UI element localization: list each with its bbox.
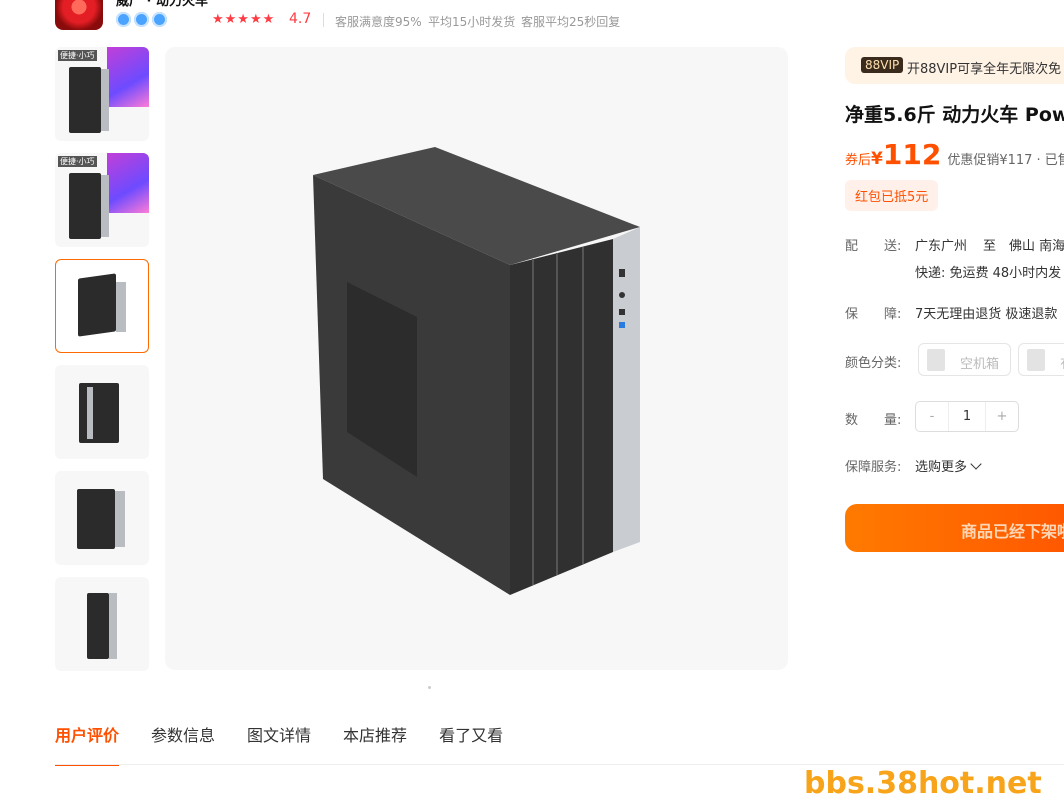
case-thumb-icon — [927, 349, 945, 371]
delivery-label: 配 送: — [845, 239, 902, 254]
color-label: 颜色分类: — [845, 356, 902, 371]
service-label: 保障服务: — [845, 460, 902, 475]
delivery-detail: 快递: 免运费 48小时内发 — [915, 266, 1062, 281]
buy-button-label: 商品已经下架啦 — [961, 522, 1064, 541]
case-front-panel — [101, 175, 109, 237]
case-front-panel — [115, 491, 125, 547]
red-packet-badge[interactable]: 红包已抵5元 — [845, 180, 939, 211]
pc-case-icon — [69, 67, 101, 133]
divider — [323, 13, 324, 27]
price-row: 券后¥112 优惠促销¥117 · 已售 — [845, 138, 1064, 171]
price: 112 — [882, 138, 942, 171]
thumbnail-tag: 便捷·小巧 — [58, 156, 97, 167]
delivery-from: 广东广州 — [915, 239, 968, 254]
gallery-thumbnail[interactable]: 便捷·小巧 — [55, 153, 149, 247]
service-more-label: 选购更多 — [915, 460, 968, 475]
quantity-minus-button[interactable]: - — [916, 402, 948, 431]
monitor-image — [107, 153, 149, 213]
quantity-plus-button[interactable]: + — [986, 402, 1018, 431]
case-thumb-icon — [1027, 349, 1045, 371]
quantity-label: 数 量: — [845, 413, 902, 428]
carousel-dot[interactable] — [428, 686, 431, 689]
gallery-thumbnail[interactable]: 便捷·小巧 — [55, 47, 149, 141]
color-option[interactable]: 空机箱 — [918, 343, 1011, 376]
pc-case-icon — [79, 383, 119, 443]
service-more-dropdown[interactable]: 选购更多 — [915, 456, 982, 475]
promo-text: 优惠促销¥117 · 已售 — [947, 153, 1064, 168]
case-front-panel — [87, 387, 93, 439]
rating-stars-icon: ★★★★★ — [212, 12, 276, 27]
chevron-down-icon — [970, 458, 982, 470]
buy-button-disabled[interactable]: 商品已经下架啦 — [845, 504, 1064, 552]
delivery-to-word: 至 — [983, 239, 997, 254]
detail-tabs: 用户评价 参数信息 图文详情 本店推荐 看了又看 — [55, 722, 535, 766]
gallery-thumbnail-selected[interactable] — [55, 259, 149, 353]
tab-also-viewed[interactable]: 看了又看 — [439, 722, 503, 766]
service-satisfaction: 客服满意度95% — [335, 15, 422, 29]
crown-badge-icon — [152, 12, 167, 27]
price-prefix: 券后 — [845, 153, 872, 168]
gallery-thumbnail[interactable] — [55, 577, 149, 671]
thumbnail-tag: 便捷·小巧 — [58, 50, 97, 61]
pc-case-icon — [69, 173, 101, 239]
quantity-value[interactable]: 1 — [948, 402, 986, 431]
tab-params[interactable]: 参数信息 — [151, 722, 215, 766]
guarantee-text: 7天无理由退货 极速退款 — [915, 307, 1058, 322]
pc-case-icon — [87, 593, 109, 659]
monitor-image — [107, 47, 149, 107]
pc-case-tower-icon — [313, 147, 640, 595]
tab-reviews[interactable]: 用户评价 — [55, 722, 120, 766]
shop-level-badges — [116, 12, 167, 27]
quantity-stepper[interactable]: - 1 + — [915, 401, 1019, 432]
pc-case-icon — [78, 273, 116, 337]
case-front-panel — [109, 593, 117, 659]
main-product-image[interactable] — [165, 47, 788, 670]
guarantee-label: 保 障: — [845, 307, 902, 322]
vip-tag: 88VIP — [861, 57, 904, 73]
tab-details[interactable]: 图文详情 — [247, 722, 311, 766]
gallery-thumbnail[interactable] — [55, 365, 149, 459]
shipping-time: 平均15小时发货 — [428, 15, 516, 29]
color-option-label: 有 — [1060, 353, 1064, 372]
watermark: bbs.38hot.net — [804, 766, 1042, 801]
delivery-destination[interactable]: 佛山 南海 — [1009, 235, 1064, 254]
vip-banner[interactable]: 88VIP 开88VIP可享全年无限次免 — [845, 47, 1064, 84]
tab-shop-recommend[interactable]: 本店推荐 — [343, 722, 407, 766]
reply-time: 客服平均25秒回复 — [521, 15, 621, 29]
currency-symbol: ¥ — [871, 149, 883, 169]
rating-score: 4.7 — [289, 11, 312, 27]
vip-text: 开88VIP可享全年无限次免 — [907, 62, 1062, 77]
crown-badge-icon — [134, 12, 149, 27]
pc-case-icon — [77, 489, 115, 549]
shop-logo[interactable] — [55, 0, 103, 30]
shop-name[interactable]: 威广 · 动力火车 — [116, 0, 208, 9]
color-option[interactable]: 有 — [1018, 343, 1064, 376]
crown-badge-icon — [116, 12, 131, 27]
color-option-label: 空机箱 — [960, 357, 1000, 372]
case-front-panel — [116, 282, 126, 332]
product-title: 净重5.6斤 动力火车 Pow — [845, 104, 1064, 126]
case-front-panel — [101, 69, 109, 131]
gallery-thumbnail[interactable] — [55, 471, 149, 565]
tab-divider — [55, 764, 1064, 765]
